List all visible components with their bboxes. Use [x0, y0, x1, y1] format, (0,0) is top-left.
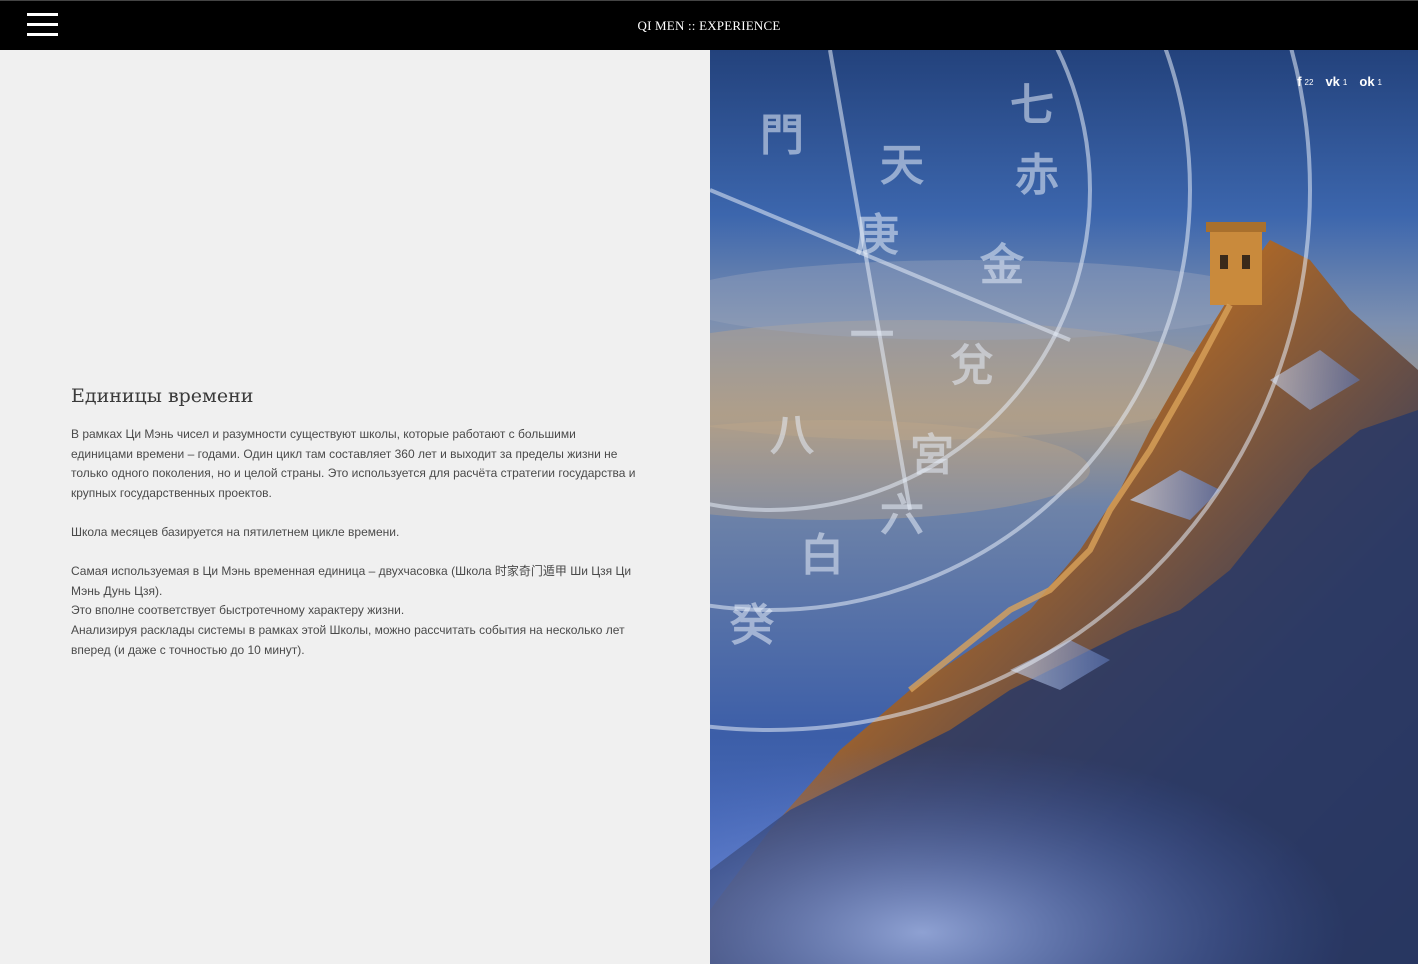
svg-text:七: 七: [1010, 80, 1054, 131]
top-bar: QI MEN :: EXPERIENCE: [0, 0, 1418, 50]
svg-text:癸: 癸: [730, 600, 774, 651]
share-bar: f 22 vk 1 ok 1: [1297, 75, 1382, 88]
paragraph: Школа месяцев базируется на пятилетнем ц…: [71, 524, 400, 539]
paragraph: Самая используемая в Ци Мэнь временная е…: [71, 564, 632, 598]
facebook-share-button[interactable]: f 22: [1297, 75, 1313, 88]
odnoklassniki-share-count: 1: [1377, 78, 1382, 87]
content-panel: Единицы времени В рамках Ци Мэнь чисел и…: [0, 50, 710, 964]
svg-text:白: 白: [800, 530, 844, 581]
vk-icon: vk: [1325, 74, 1340, 89]
paragraph: Анализируя расклады системы в рамках это…: [71, 622, 625, 657]
svg-text:赤: 赤: [1015, 150, 1059, 201]
svg-text:天: 天: [880, 140, 924, 191]
vk-share-button[interactable]: vk 1: [1325, 75, 1347, 88]
site-title[interactable]: QI MEN :: EXPERIENCE: [0, 18, 1418, 34]
paragraph: Это вполне соответствует быстротечному х…: [71, 603, 405, 618]
hero-image: 七 赤 金 兌 宮 六 白 天 庚 一 八 門 癸 f 22 vk 1 ok 1: [710, 50, 1418, 964]
svg-text:兌: 兌: [950, 340, 994, 391]
facebook-icon: f: [1297, 74, 1302, 89]
paragraph: В рамках Ци Мэнь чисел и разумности суще…: [71, 427, 636, 500]
svg-text:庚: 庚: [855, 210, 899, 261]
facebook-share-count: 22: [1304, 78, 1314, 87]
svg-text:金: 金: [979, 240, 1025, 291]
odnoklassniki-icon: ok: [1359, 74, 1375, 89]
odnoklassniki-share-button[interactable]: ok 1: [1359, 75, 1382, 88]
article-body: В рамках Ци Мэнь чисел и разумности суще…: [71, 425, 641, 660]
svg-text:六: 六: [880, 490, 924, 541]
vk-share-count: 1: [1342, 78, 1348, 87]
great-wall-illustration: 七 赤 金 兌 宮 六 白 天 庚 一 八 門 癸: [710, 50, 1418, 964]
section-title: Единицы времени: [71, 385, 254, 407]
svg-text:一: 一: [850, 310, 894, 361]
svg-text:宮: 宮: [910, 430, 954, 481]
svg-text:門: 門: [760, 110, 804, 161]
svg-text:八: 八: [770, 410, 815, 461]
